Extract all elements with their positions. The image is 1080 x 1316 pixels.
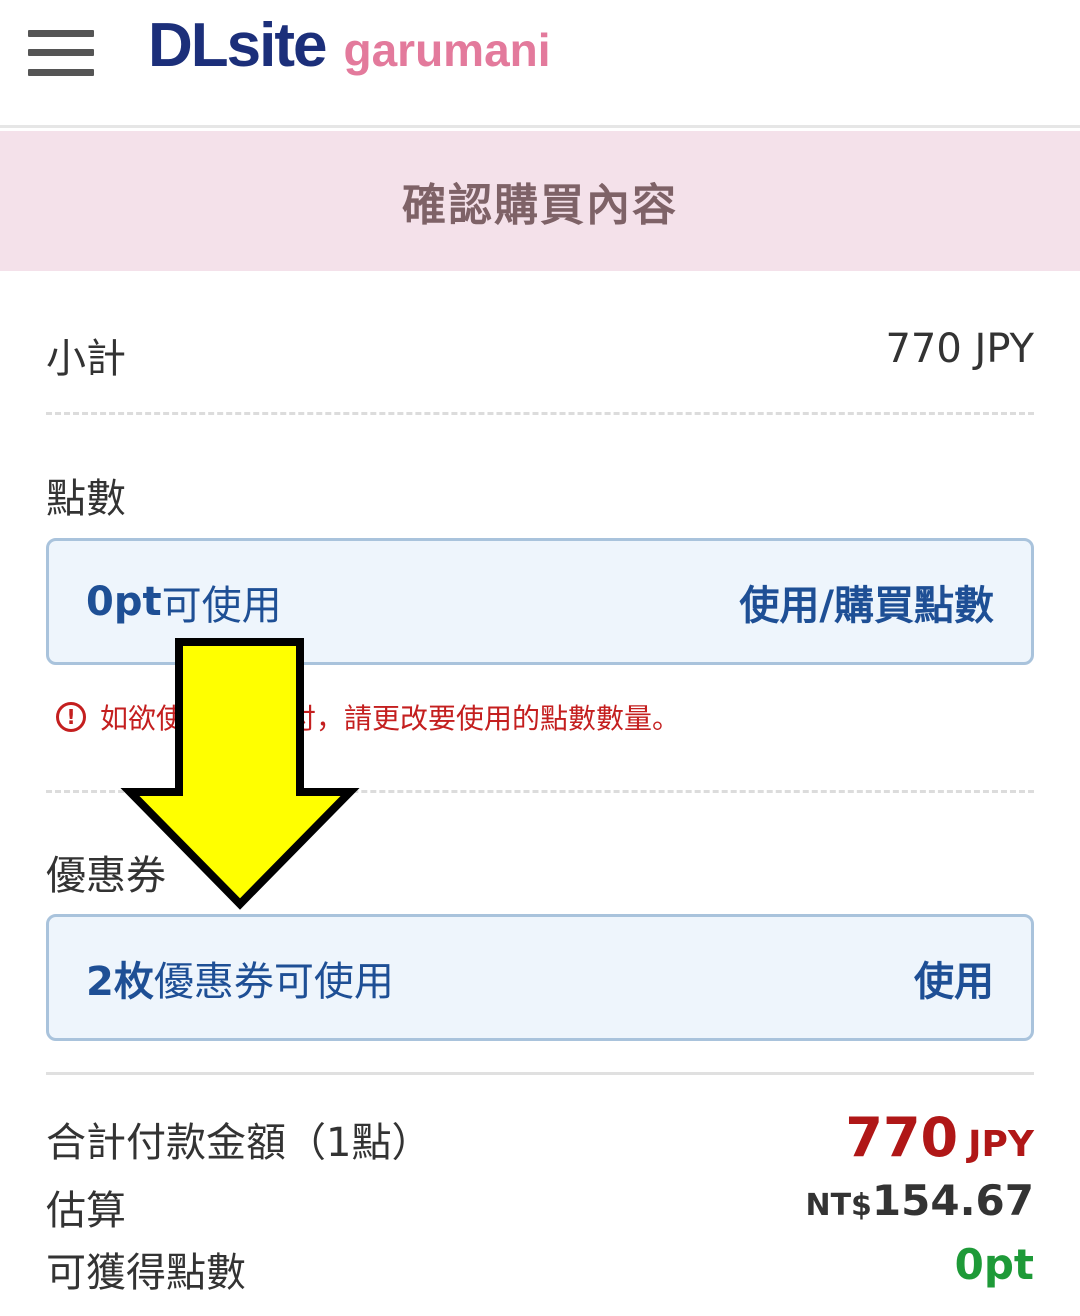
divider: [46, 412, 1034, 415]
subtotal-value: 770 JPY: [885, 326, 1034, 372]
use-buy-points-link[interactable]: 使用/購買點數: [739, 541, 994, 662]
logo-brand-main: DLsite: [148, 11, 327, 80]
estimate-label: 估算: [46, 1188, 126, 1234]
coupon-box[interactable]: 2枚 優惠券可使用 使用: [46, 914, 1034, 1041]
estimate-amount: NT$ 154.67: [805, 1176, 1034, 1225]
coupon-available-suffix: 優惠券可使用: [153, 958, 394, 1005]
hamburger-menu-icon[interactable]: [28, 30, 94, 76]
total-amount-currency: JPY: [968, 1124, 1034, 1165]
points-available-suffix: 可使用: [161, 582, 282, 629]
coupon-count: 2枚: [86, 958, 154, 1005]
logo-brand-sub: garumani: [343, 24, 551, 76]
total-amount: 770 JPY: [845, 1106, 1034, 1169]
app-header: DLsite garumani: [0, 0, 1080, 128]
earn-points-label: 可獲得點數: [46, 1250, 246, 1296]
estimate-value: 154.67: [871, 1176, 1034, 1225]
page-title-band: 確認購買內容: [0, 131, 1080, 271]
points-label: 點數: [46, 476, 126, 522]
site-logo[interactable]: DLsite garumani: [148, 10, 551, 90]
total-label: 合計付款金額（1點）: [46, 1120, 432, 1166]
subtotal-label: 小計: [46, 336, 126, 382]
yellow-arrow-down-icon: [120, 638, 360, 910]
page-title: 確認購買內容: [402, 180, 678, 231]
total-amount-value: 770: [845, 1106, 959, 1169]
earn-points-value: 0pt: [954, 1240, 1034, 1289]
coupon-available: 2枚 優惠券可使用: [86, 917, 394, 1038]
use-coupon-link[interactable]: 使用: [914, 917, 994, 1038]
points-available-value: 0pt: [86, 578, 162, 625]
divider: [46, 1072, 1034, 1075]
exclamation-circle-icon: !: [56, 702, 86, 732]
estimate-prefix: NT$: [805, 1188, 872, 1223]
